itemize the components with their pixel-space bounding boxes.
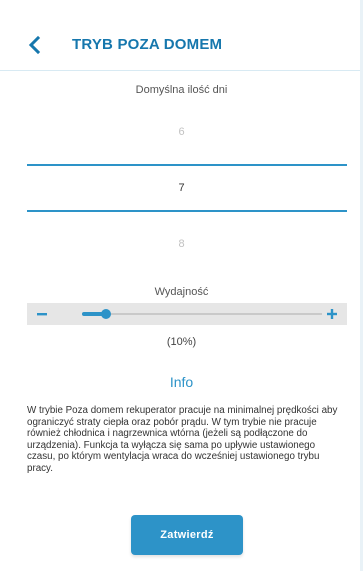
page-title: TRYB POZA DOMEM — [72, 36, 223, 53]
days-picker-prev-option[interactable]: 6 — [0, 126, 363, 138]
efficiency-percent: (10%) — [166, 336, 197, 348]
info-heading: Info — [169, 374, 194, 390]
picker-selection-bottom-line — [27, 210, 347, 212]
back-button[interactable] — [26, 34, 44, 56]
picker-selection-top-line — [27, 164, 347, 166]
increase-button[interactable] — [321, 303, 343, 325]
days-picker-next-option[interactable]: 8 — [0, 238, 363, 250]
slider-track[interactable] — [82, 313, 322, 315]
info-description: W trybie Poza domem rekuperator pracuje … — [27, 405, 338, 474]
away-mode-screen: TRYB POZA DOMEM Domyślna ilość dni 6 7 8… — [0, 0, 363, 571]
confirm-button[interactable]: Zatwierdź — [131, 515, 243, 555]
days-picker-selected-option[interactable]: 7 — [0, 182, 363, 194]
plus-icon — [327, 309, 337, 319]
top-bar: TRYB POZA DOMEM — [0, 0, 363, 71]
slider-thumb[interactable] — [101, 309, 111, 319]
minus-icon — [37, 313, 47, 316]
days-picker-label: Domyślna ilość dni — [135, 84, 228, 96]
decrease-button[interactable] — [31, 303, 53, 325]
efficiency-label: Wydajność — [154, 286, 209, 298]
chevron-left-icon — [28, 35, 41, 55]
efficiency-slider — [27, 303, 347, 325]
